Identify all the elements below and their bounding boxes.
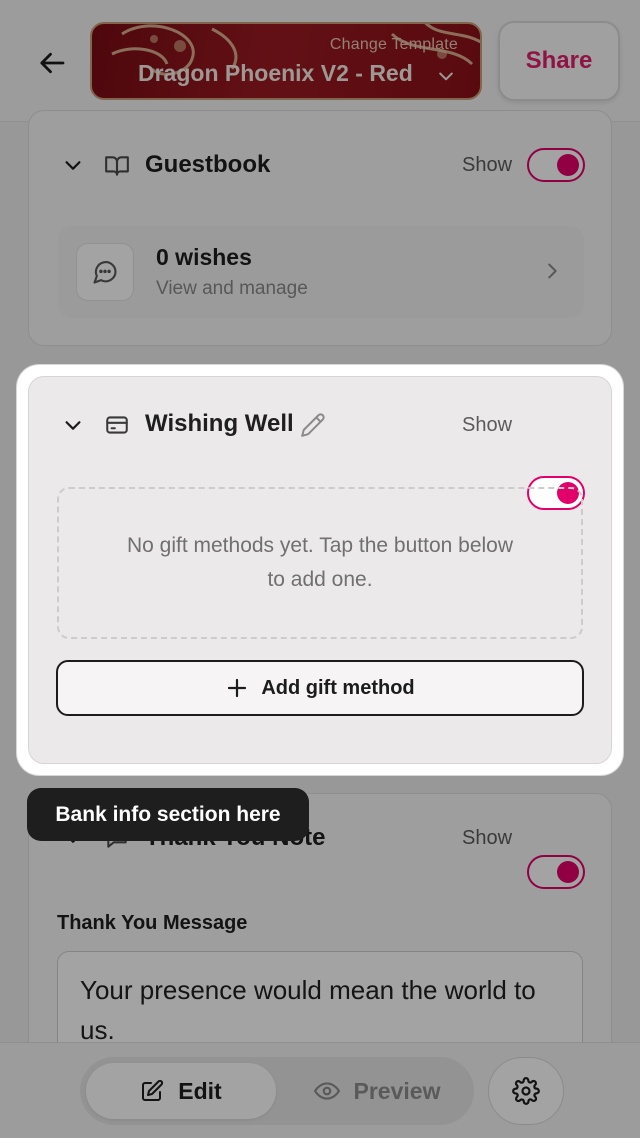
plus-icon xyxy=(228,678,247,698)
collapse-chevron-icon[interactable] xyxy=(62,414,84,436)
wishing-well-title: Wishing Well xyxy=(145,410,294,437)
wishing-well-show-label: Show xyxy=(462,414,513,436)
add-gift-method-button[interactable]: Add gift method xyxy=(56,660,584,716)
add-gift-method-label: Add gift method xyxy=(261,676,415,699)
pencil-icon[interactable] xyxy=(300,412,326,438)
onboarding-tooltip: Bank info section here xyxy=(27,788,309,841)
credit-card-icon xyxy=(106,416,128,434)
gift-methods-empty-state: No gift methods yet. Tap the button belo… xyxy=(57,487,583,639)
